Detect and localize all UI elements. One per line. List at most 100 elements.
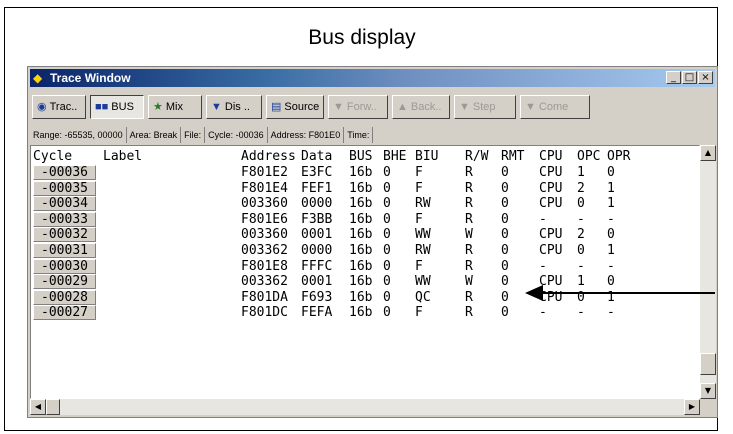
toolbar-label: Step [472, 101, 496, 113]
table-row[interactable]: -00030 F801E8 FFFC 16b 0 F R 0 - - - [31, 258, 699, 274]
table-cell: 0 [383, 196, 391, 212]
table-cell: F801DA [241, 289, 288, 305]
table-row[interactable]: -00032 003360 0001 16b 0 WW W 0 CPU 2 0 [31, 227, 699, 243]
column-header[interactable]: BIU [415, 149, 438, 164]
table-cell: 0 [501, 211, 509, 227]
forward-button[interactable]: ▼ Forw.. [328, 95, 388, 119]
status-field: Cycle: -00036 [205, 127, 268, 143]
table-cell: 003360 [241, 196, 288, 212]
table-cell: W [465, 274, 473, 290]
table-cell: WW [415, 274, 431, 290]
table-cell: 0 [577, 196, 585, 212]
bus-icon: ■■ [95, 101, 109, 113]
title-bar[interactable]: ◆ Trace Window _ □ × [30, 69, 715, 87]
table-row[interactable]: -00034 003360 0000 16b 0 RW R 0 CPU 0 1 [31, 196, 699, 212]
column-header[interactable]: CPU [539, 149, 562, 164]
column-header[interactable]: Address [241, 149, 296, 164]
table-cell: 0001 [301, 274, 333, 290]
table-row[interactable]: -00031 003362 0000 16b 0 RW R 0 CPU 0 1 [31, 243, 699, 258]
table-cell: - [539, 258, 547, 274]
table-cell: 0 [383, 274, 391, 290]
trace-button[interactable]: ◉ Trac.. [32, 95, 86, 119]
column-header[interactable]: Data [301, 149, 332, 164]
table-cell: QC [415, 289, 431, 305]
bus-button[interactable]: ■■ BUS [90, 95, 144, 119]
table-cell: 0 [383, 227, 391, 243]
column-header[interactable]: R/W [465, 149, 488, 164]
table-cell: -00031 [33, 243, 96, 258]
table-cell: - [539, 211, 547, 227]
table-row[interactable]: -00036 F801E2 E3FC 16b 0 F R 0 CPU 1 0 [31, 165, 699, 180]
scroll-left-icon[interactable]: ◀ [30, 399, 46, 415]
table-cell: - [607, 211, 615, 227]
column-header[interactable]: BUS [349, 149, 372, 164]
come-button[interactable]: ▼ Come [520, 95, 590, 119]
disassemble-button[interactable]: ▼ Dis .. [206, 95, 262, 119]
table-cell: F [415, 258, 423, 274]
table-cell: 16b [349, 243, 373, 258]
back-button[interactable]: ▲ Back.. [392, 95, 450, 119]
table-cell: 1 [577, 165, 585, 180]
status-field: Range: -65535, 00000 [30, 127, 127, 143]
table-cell: 0000 [301, 196, 333, 212]
resize-grip-icon[interactable] [700, 399, 716, 415]
table-cell: 16b [349, 274, 373, 290]
figure-frame: Bus display ◆ Trace Window _ □ × ◉ Trac..… [4, 7, 718, 431]
table-row[interactable]: -00035 F801E4 FEF1 16b 0 F R 0 CPU 2 1 [31, 180, 699, 196]
table-cell: - [577, 211, 585, 227]
table-cell: F801E2 [241, 165, 288, 180]
hscroll-thumb[interactable] [46, 399, 60, 415]
table-cell: 0 [383, 258, 391, 274]
table-cell: CPU [539, 243, 563, 258]
vertical-scrollbar[interactable]: ▲ ▼ [700, 145, 716, 399]
horizontal-scrollbar[interactable]: ◀ ▶ [30, 399, 700, 415]
mix-button[interactable]: ★ Mix [148, 95, 202, 119]
table-cell: 16b [349, 227, 373, 243]
table-cell: F [415, 305, 423, 321]
step-button[interactable]: ▼ Step [454, 95, 516, 119]
status-field: Time: [344, 127, 374, 143]
scroll-right-icon[interactable]: ▶ [684, 399, 700, 415]
table-cell: 2 [577, 227, 585, 243]
scroll-thumb[interactable] [700, 353, 716, 375]
table-cell: CPU [539, 180, 563, 196]
column-header[interactable]: Label [103, 149, 142, 164]
forward-icon: ▼ [333, 101, 344, 113]
source-icon: ▤ [271, 101, 282, 113]
table-row[interactable]: -00033 F801E6 F3BB 16b 0 F R 0 - - - [31, 211, 699, 227]
scroll-down-icon[interactable]: ▼ [700, 383, 716, 399]
table-cell: -00034 [33, 196, 96, 212]
table-cell: R [465, 180, 473, 196]
toolbar-label: Forw.. [346, 101, 377, 113]
table-cell: 0 [501, 227, 509, 243]
table-cell: 0 [607, 227, 615, 243]
table-cell: 0000 [301, 243, 333, 258]
table-cell: - [577, 258, 585, 274]
table-cell: WW [415, 227, 431, 243]
column-header[interactable]: OPC [577, 149, 600, 164]
table-cell: FEFA [301, 305, 333, 321]
minimize-button[interactable]: _ [666, 71, 681, 84]
table-cell: -00029 [33, 274, 96, 290]
column-header[interactable]: BHE [383, 149, 406, 164]
close-button[interactable]: × [698, 71, 713, 84]
scroll-up-icon[interactable]: ▲ [700, 145, 716, 161]
source-button[interactable]: ▤ Source [266, 95, 324, 119]
status-field: Address: F801E0 [268, 127, 345, 143]
column-header[interactable]: OPR [607, 149, 630, 164]
column-header[interactable]: Cycle [33, 149, 72, 164]
table-cell: -00032 [33, 227, 96, 243]
table-cell: 0 [501, 165, 509, 180]
status-field: File: [181, 127, 206, 143]
table-cell: W [465, 227, 473, 243]
table-cell: 0 [383, 165, 391, 180]
column-header[interactable]: RMT [501, 149, 524, 164]
table-cell: F801E4 [241, 180, 288, 196]
table-cell: F801E6 [241, 211, 288, 227]
maximize-button[interactable]: □ [682, 71, 697, 84]
table-cell: -00036 [33, 165, 96, 180]
table-cell: 0001 [301, 227, 333, 243]
table-cell: RW [415, 196, 431, 212]
table-cell: 0 [383, 243, 391, 258]
table-cell: -00035 [33, 180, 96, 196]
